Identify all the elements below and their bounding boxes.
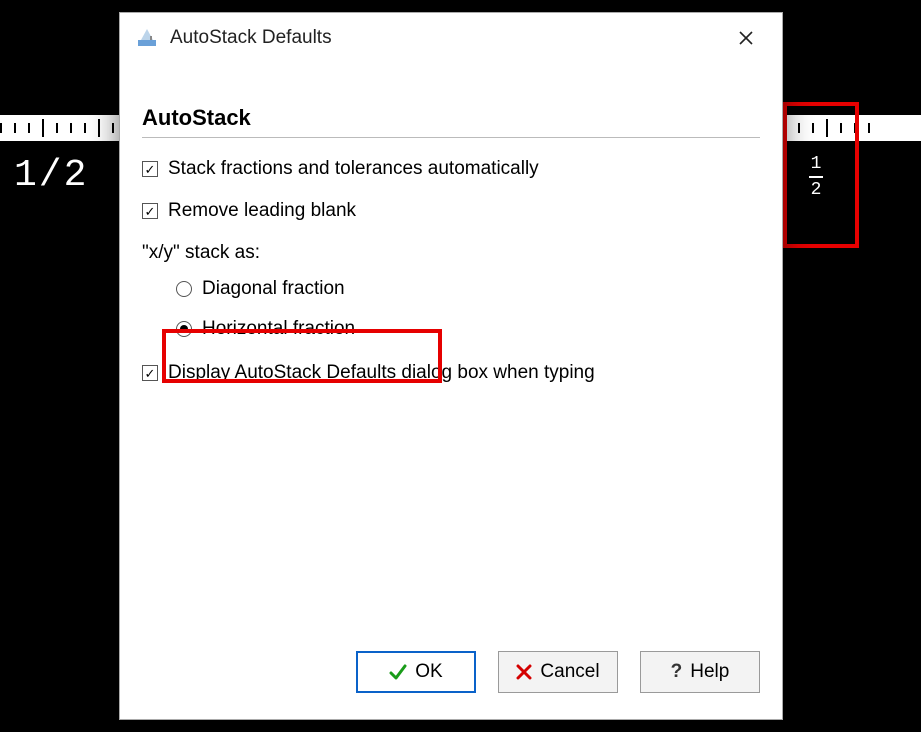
label-display-dialog: Display AutoStack Defaults dialog box wh…	[168, 362, 595, 384]
cancel-label: Cancel	[540, 661, 599, 683]
label-diagonal: Diagonal fraction	[202, 278, 345, 300]
checkbox-stack-auto[interactable]: ✓	[142, 161, 158, 177]
close-button[interactable]	[724, 16, 768, 60]
checkbox-remove-blank[interactable]: ✓	[142, 203, 158, 219]
help-button[interactable]: ? Help	[640, 651, 760, 693]
titlebar[interactable]: AutoStack Defaults	[120, 13, 782, 63]
app-icon	[134, 25, 160, 51]
label-remove-blank: Remove leading blank	[168, 200, 356, 222]
preview-fraction-bar	[809, 176, 823, 178]
ok-button[interactable]: OK	[356, 651, 476, 693]
check-icon	[389, 663, 407, 681]
radio-horizontal[interactable]	[176, 321, 192, 337]
section-title: AutoStack	[142, 105, 760, 138]
autostack-defaults-dialog: AutoStack Defaults AutoStack ✓ Stack fra…	[119, 12, 783, 720]
preview-denominator: 2	[809, 181, 823, 199]
button-bar: OK Cancel ? Help	[120, 651, 782, 719]
label-horizontal: Horizontal fraction	[202, 318, 355, 340]
label-stack-as: "x/y" stack as:	[142, 242, 260, 264]
preview-numerator: 1	[809, 155, 823, 173]
checkbox-display-dialog[interactable]: ✓	[142, 365, 158, 381]
cancel-button[interactable]: Cancel	[498, 651, 618, 693]
radio-diagonal[interactable]	[176, 281, 192, 297]
close-icon	[738, 30, 754, 46]
label-stack-auto: Stack fractions and tolerances automatic…	[168, 158, 539, 180]
ok-label: OK	[415, 661, 442, 683]
drawing-text-fraction: 1/2	[14, 154, 88, 197]
help-label: Help	[690, 661, 729, 683]
question-icon: ?	[671, 661, 683, 683]
x-icon	[516, 664, 532, 680]
stacked-fraction-preview: 1 2	[809, 155, 823, 199]
dialog-title: AutoStack Defaults	[170, 27, 332, 49]
